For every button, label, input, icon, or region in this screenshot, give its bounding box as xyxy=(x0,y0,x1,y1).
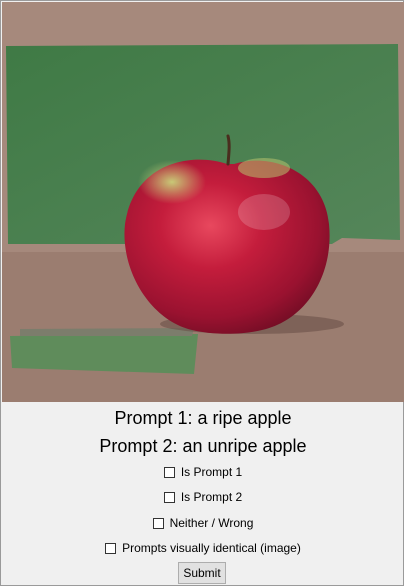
option-neither-wrong[interactable]: Neither / Wrong xyxy=(1,515,404,531)
checkbox-is-prompt-2[interactable] xyxy=(163,491,175,503)
option-is-prompt-1[interactable]: Is Prompt 1 xyxy=(1,464,404,480)
prompt-1-text: Prompt 1: a ripe apple xyxy=(114,408,292,428)
checkbox-prompts-identical[interactable] xyxy=(105,542,117,554)
option-is-prompt-2[interactable]: Is Prompt 2 xyxy=(1,489,404,505)
option-label: Is Prompt 2 xyxy=(180,490,243,504)
checkbox-neither-wrong[interactable] xyxy=(152,517,164,529)
submit-button[interactable]: Submit xyxy=(178,562,226,584)
option-prompts-identical[interactable]: Prompts visually identical (image) xyxy=(1,540,404,556)
prompt-2-text: Prompt 2: an unripe apple xyxy=(99,436,307,456)
generated-image xyxy=(2,2,404,402)
option-label: Prompts visually identical (image) xyxy=(122,541,301,555)
option-label: Neither / Wrong xyxy=(169,516,254,530)
checkbox-is-prompt-1[interactable] xyxy=(163,466,175,478)
app-window: Prompt 1: a ripe apple Prompt 2: an unri… xyxy=(0,0,404,586)
option-label: Is Prompt 1 xyxy=(180,465,243,479)
